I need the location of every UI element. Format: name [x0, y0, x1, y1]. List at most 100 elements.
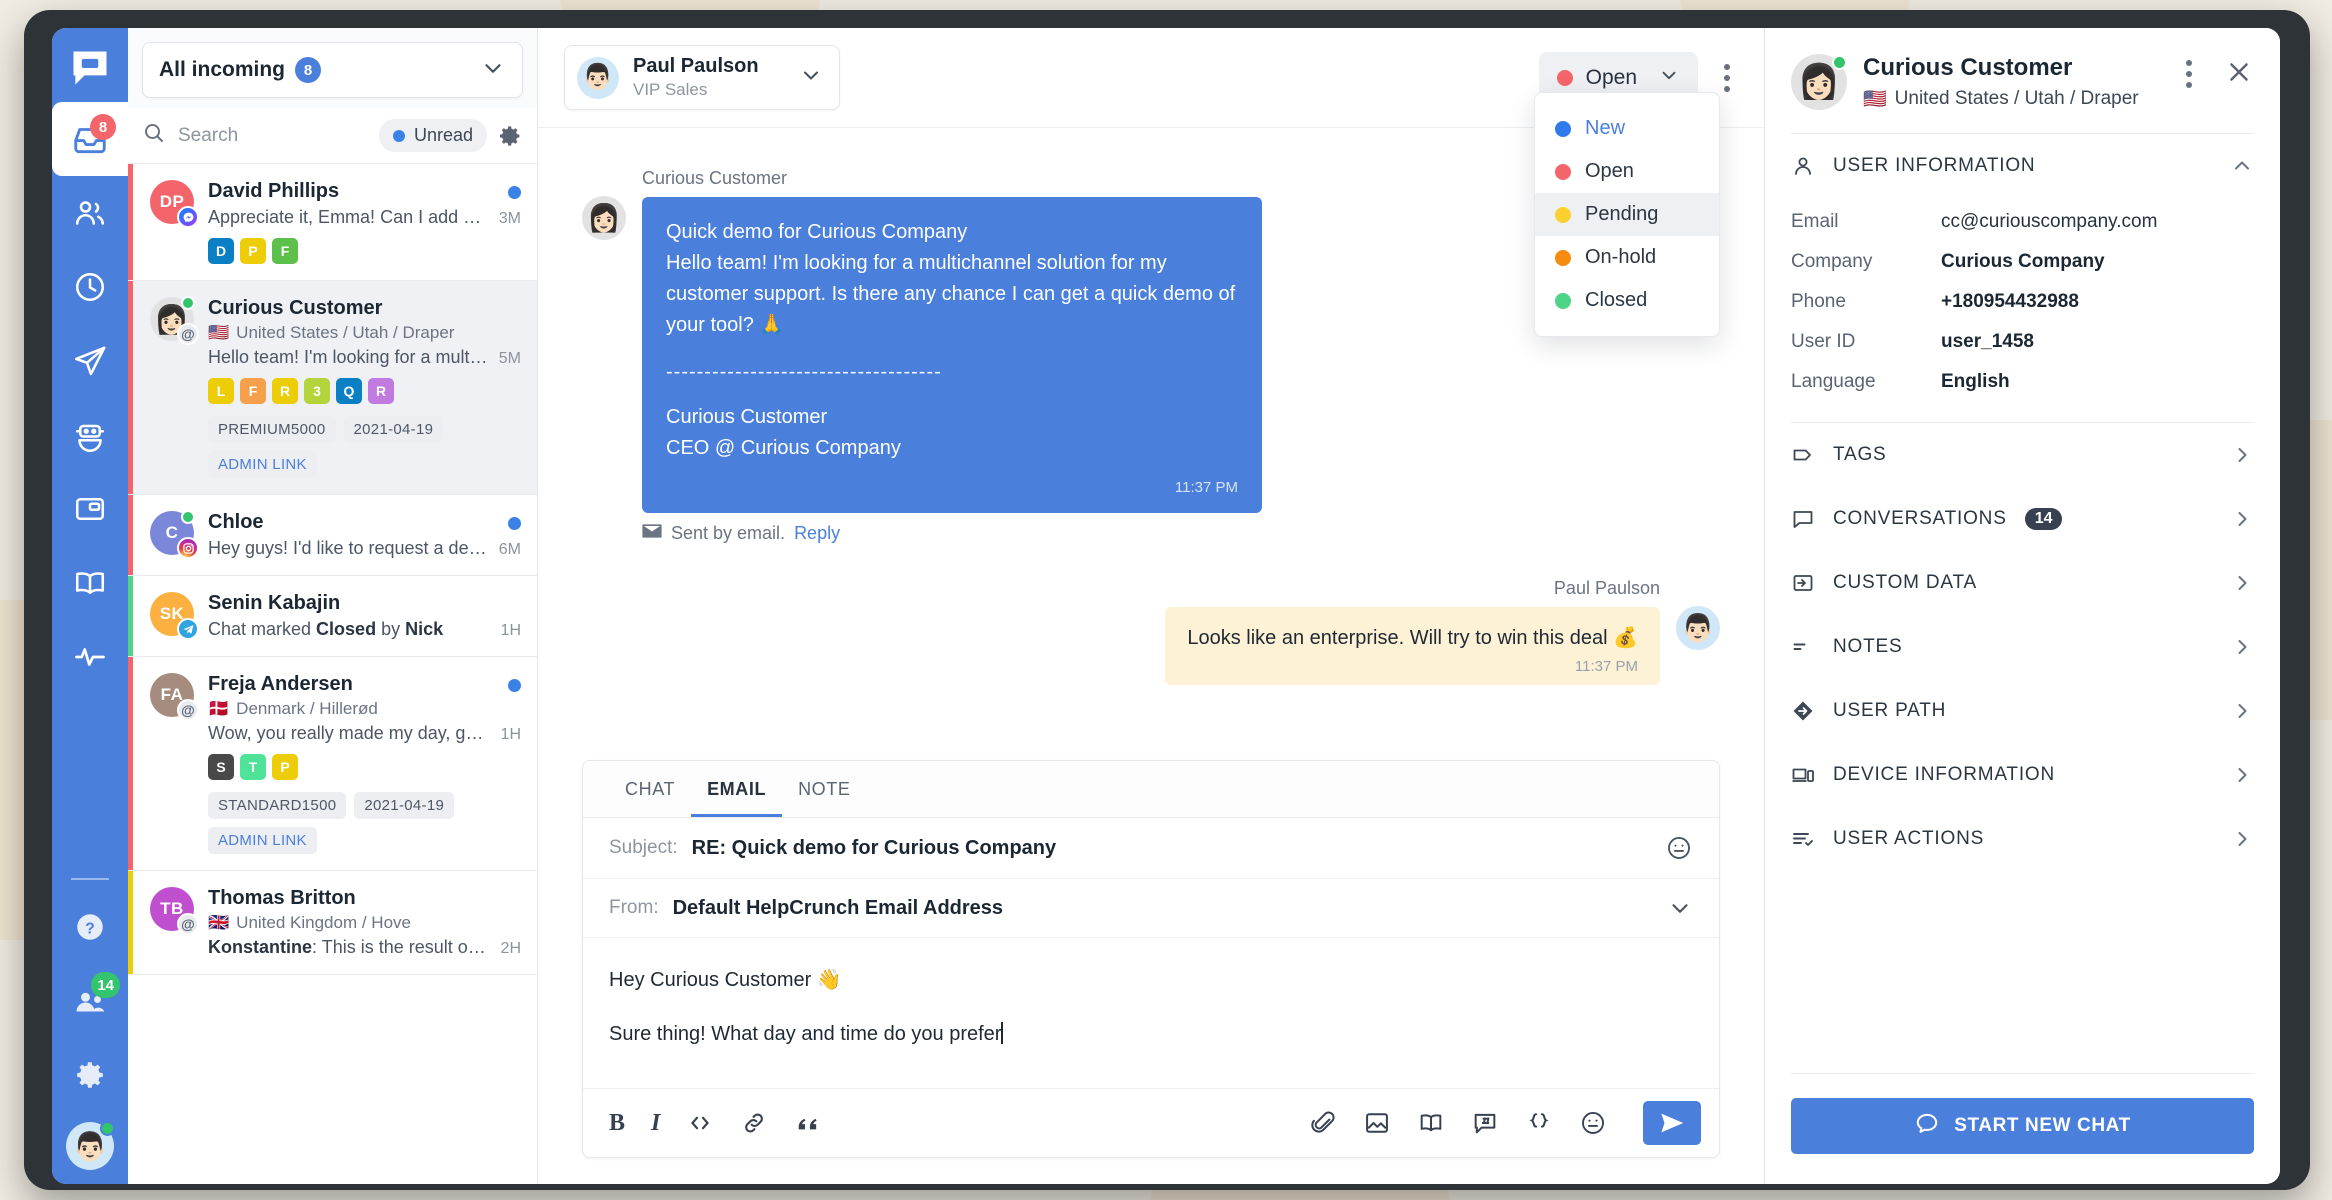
list-settings-gear-icon[interactable] [497, 123, 523, 149]
variable-icon[interactable] [1525, 1109, 1553, 1137]
user-info-value[interactable]: Curious Company [1941, 251, 2105, 273]
status-option-open[interactable]: Open [1535, 150, 1719, 193]
user-info-row: Phone +180954432988 [1791, 282, 2254, 322]
section-custom-data[interactable]: CUSTOM DATA [1765, 551, 2280, 615]
bold-icon[interactable]: B [609, 1110, 625, 1137]
conversation-chip[interactable]: 2021-04-19 [354, 792, 455, 819]
user-info-value[interactable]: English [1941, 371, 2010, 393]
send-button[interactable] [1643, 1101, 1701, 1145]
composer-tabs[interactable]: CHAT EMAIL NOTE [583, 761, 1719, 818]
conversation-list-item[interactable]: FA @ Freja Andersen 🇩🇰 Denmark / Hillerød Wow… [128, 657, 537, 871]
sidebar-item-popups[interactable] [52, 472, 128, 546]
search-input[interactable]: Search [142, 121, 369, 150]
composer-from-row[interactable]: From: Default HelpCrunch Email Address [583, 879, 1719, 938]
user-panel-more-menu-icon[interactable] [2176, 54, 2202, 94]
conversation-location: 🇺🇸 United States / Utah / Draper [208, 323, 521, 343]
tag-square[interactable]: R [272, 378, 298, 404]
tag-square[interactable]: Q [336, 378, 362, 404]
status-option-closed[interactable]: Closed [1535, 279, 1719, 322]
tag-square[interactable]: R [368, 378, 394, 404]
svg-text:?: ? [85, 920, 95, 937]
tag-square[interactable]: S [208, 754, 234, 780]
tag-square[interactable]: F [240, 378, 266, 404]
close-icon[interactable] [2224, 57, 2254, 92]
conversation-chip[interactable]: STANDARD1500 [208, 792, 347, 819]
section-device-information[interactable]: DEVICE INFORMATION [1765, 743, 2280, 807]
section-user-actions[interactable]: USER ACTIONS [1765, 807, 2280, 871]
tag-square[interactable]: D [208, 238, 234, 264]
message-body-line: Looks like an enterprise. Will try to wi… [1187, 627, 1638, 650]
emoji-icon[interactable] [1579, 1109, 1607, 1137]
user-info-value[interactable]: user_1458 [1941, 331, 2034, 353]
conversation-chip[interactable]: ADMIN LINK [208, 827, 317, 854]
person-icon [1791, 154, 1817, 178]
section-user-path[interactable]: USER PATH [1765, 679, 2280, 743]
knowledge-base-icon[interactable] [1417, 1109, 1445, 1137]
sidebar-item-contacts[interactable] [52, 176, 128, 250]
sidebar-item-campaigns[interactable] [52, 324, 128, 398]
sidebar-item-settings[interactable] [52, 1038, 128, 1112]
unread-filter-toggle[interactable]: Unread [378, 119, 487, 152]
composer-tab-note[interactable]: NOTE [782, 761, 866, 817]
code-icon[interactable] [686, 1109, 714, 1137]
tag-square[interactable]: 3 [304, 378, 330, 404]
link-icon[interactable] [740, 1109, 768, 1137]
quote-icon[interactable] [794, 1109, 822, 1137]
tag-square[interactable]: L [208, 378, 234, 404]
image-icon[interactable] [1363, 1109, 1391, 1137]
tag-square[interactable]: F [272, 238, 298, 264]
conversation-list-item[interactable]: 👩🏻 @ Curious Customer 🇺🇸 United States / Uta… [128, 281, 537, 495]
conversation-list[interactable]: DP David Phillips Appreciate it, Emma! Can… [128, 164, 537, 1184]
current-user-avatar[interactable]: 👨🏻 [66, 1121, 115, 1170]
custom-data-icon [1791, 571, 1817, 595]
conversation-list-item[interactable]: DP David Phillips Appreciate it, Emma! Can… [128, 164, 537, 281]
start-new-chat-button[interactable]: START NEW CHAT [1791, 1098, 2254, 1154]
conversation-chip[interactable]: 2021-04-19 [343, 416, 444, 443]
tag-square[interactable]: P [240, 238, 266, 264]
composer-tab-email[interactable]: EMAIL [691, 761, 783, 817]
composer-body-input[interactable]: Hey Curious Customer 👋 Sure thing! What … [583, 938, 1719, 1088]
conversation-more-menu-icon[interactable] [1714, 58, 1740, 98]
reply-link[interactable]: Reply [794, 523, 840, 544]
sidebar-item-reports[interactable] [52, 620, 128, 694]
canned-response-icon[interactable] [1471, 1109, 1499, 1137]
status-option-new[interactable]: New [1535, 107, 1719, 150]
sidebar-item-team[interactable]: 14 [52, 964, 128, 1038]
section-badge: 14 [2024, 508, 2063, 530]
subject-value: RE: Quick demo for Curious Company [691, 836, 1057, 859]
user-info-key: User ID [1791, 331, 1856, 352]
conversation-list-item[interactable]: SK Senin Kabajin Chat marked Closed by Nic… [128, 576, 537, 657]
chevron-down-icon[interactable] [1667, 895, 1693, 921]
composer-tab-chat[interactable]: CHAT [609, 761, 691, 817]
conversation-chip[interactable]: ADMIN LINK [208, 451, 317, 478]
attachment-icon[interactable] [1309, 1109, 1337, 1137]
section-notes[interactable]: NOTES [1765, 615, 2280, 679]
status-option-pending[interactable]: Pending [1535, 193, 1719, 236]
status-dropdown-menu[interactable]: New Open Pending On-hold Closed [1534, 92, 1720, 337]
sidebar-item-chatbots[interactable] [52, 398, 128, 472]
tag-square[interactable]: P [272, 754, 298, 780]
user-info-value[interactable]: +180954432988 [1941, 291, 2079, 313]
emoji-icon[interactable] [1665, 834, 1693, 862]
conversation-chip[interactable]: PREMIUM5000 [208, 416, 336, 443]
flag-icon: 🇺🇸 [208, 323, 230, 342]
start-new-chat-label: START NEW CHAT [1954, 1115, 2131, 1136]
inbox-filter-select[interactable]: All incoming 8 [142, 42, 523, 98]
sidebar-item-inbox[interactable]: 8 [52, 102, 128, 176]
tag-square[interactable]: T [240, 754, 266, 780]
sidebar-item-knowledge-base[interactable] [52, 546, 128, 620]
section-user-information[interactable]: USER INFORMATION [1765, 134, 2280, 198]
conversation-chips: STANDARD1500 2021-04-19 ADMIN LINK [208, 792, 521, 854]
conversation-list-item[interactable]: C Chloe Hey guys! I'd like to request a de… [128, 495, 537, 576]
conversation-list-item[interactable]: TB @ Thomas Britton 🇬🇧 United Kingdom / Hove… [128, 871, 537, 975]
assignee-selector[interactable]: 👨🏻 Paul Paulson VIP Sales [564, 45, 840, 110]
italic-icon[interactable]: I [651, 1110, 660, 1137]
section-tags[interactable]: TAGS [1765, 423, 2280, 487]
status-option-on-hold[interactable]: On-hold [1535, 236, 1719, 279]
sidebar-item-history[interactable] [52, 250, 128, 324]
section-conversations[interactable]: CONVERSATIONS 14 [1765, 487, 2280, 551]
user-info-value[interactable]: cc@curiouscompany.com [1941, 211, 2157, 233]
sidebar-item-help[interactable]: ? [52, 890, 128, 964]
composer-subject-row[interactable]: Subject: RE: Quick demo for Curious Comp… [583, 818, 1719, 879]
section-title: USER PATH [1833, 700, 1947, 721]
